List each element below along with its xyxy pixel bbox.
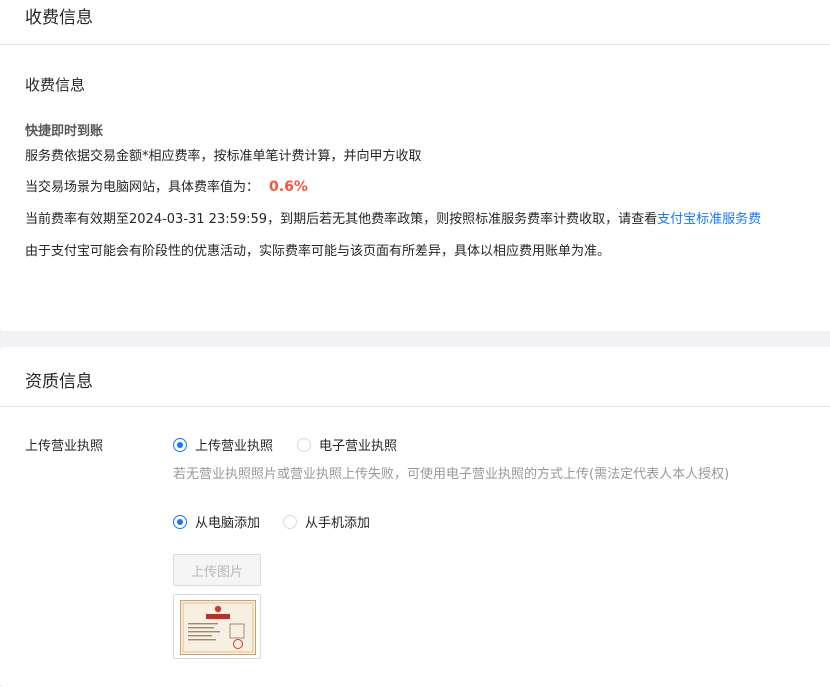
- qualification-card: 资质信息 上传营业执照 上传营业执照 电子营业执照 若无营业执照照片或营业执照上…: [0, 347, 830, 687]
- upload-image-button[interactable]: 上传图片: [173, 554, 261, 586]
- qualification-header: 资质信息: [0, 347, 830, 407]
- fee-info-subtitle: 收费信息: [25, 76, 86, 94]
- rate-scene-text: 当交易场景为电脑网站，具体费率值为：: [25, 180, 260, 195]
- fee-info-card: 收费信息 收费信息 快捷即时到账 服务费依据交易金额*相应费率，按标准单笔计费计…: [0, 0, 830, 331]
- validity-text: 当前费率有效期至2024-03-31 23:59:59，到期后若无其他费率政策，…: [25, 212, 658, 227]
- radio-checked-icon[interactable]: [173, 514, 187, 529]
- disclaimer-text: 由于支付宝可能会有阶段性的优惠活动，实际费率可能与该页面有所差异，具体以相应费用…: [25, 244, 611, 259]
- radio-from-phone[interactable]: 从手机添加: [283, 512, 370, 531]
- qualification-title: 资质信息: [25, 372, 93, 392]
- license-thumbnail[interactable]: [173, 594, 261, 659]
- validity-line: 当前费率有效期至2024-03-31 23:59:59，到期后若无其他费率政策，…: [25, 208, 761, 227]
- radio-checked-icon[interactable]: [173, 437, 187, 452]
- radio-from-phone-label: 从手机添加: [305, 516, 371, 531]
- product-name: 快捷即时到账: [25, 124, 104, 139]
- radio-upload-license[interactable]: 上传营业执照: [173, 435, 273, 454]
- business-license-icon: [180, 600, 256, 655]
- radio-electronic-license-label: 电子营业执照: [319, 439, 398, 454]
- fee-info-header: 收费信息: [0, 0, 830, 45]
- rate-value: 0.6%: [269, 179, 308, 195]
- radio-unchecked-icon[interactable]: [297, 437, 311, 452]
- license-field-label: 上传营业执照: [25, 439, 104, 454]
- license-hint: 若无营业执照照片或营业执照上传失败，可使用电子营业执照的方式上传(需法定代表人本…: [173, 467, 730, 482]
- radio-from-computer[interactable]: 从电脑添加: [173, 512, 260, 531]
- radio-upload-license-label: 上传营业执照: [195, 439, 274, 454]
- standard-fee-link[interactable]: 支付宝标准服务费: [657, 212, 761, 227]
- fee-description: 服务费依据交易金额*相应费率，按标准单笔计费计算，并向甲方收取: [25, 149, 422, 164]
- fee-info-title: 收费信息: [25, 8, 93, 28]
- radio-unchecked-icon[interactable]: [283, 514, 297, 529]
- radio-electronic-license[interactable]: 电子营业执照: [297, 435, 397, 454]
- rate-line: 当交易场景为电脑网站，具体费率值为： 0.6%: [25, 176, 308, 195]
- radio-from-computer-label: 从电脑添加: [195, 516, 261, 531]
